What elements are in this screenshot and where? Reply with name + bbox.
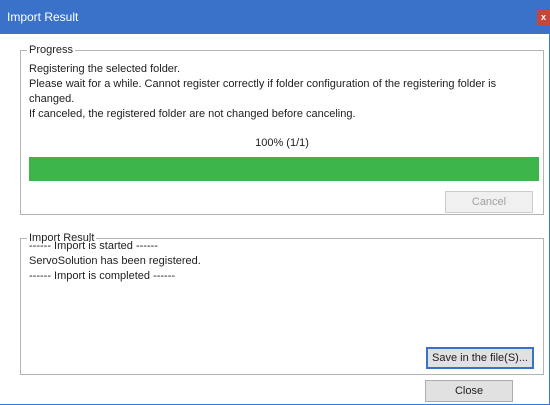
progress-percent: 100% (1/1) — [255, 137, 309, 149]
progress-message-line: changed. — [29, 93, 75, 105]
progress-message-line: Registering the selected folder. — [29, 63, 181, 75]
progress-message-line: Please wait for a while. Cannot register… — [29, 78, 497, 90]
log-line: ServoSolution has been registered. — [29, 255, 201, 267]
log-line: ------ Import is started ------ — [29, 240, 158, 252]
import-result-dialog: Import Result x Progress Registering the… — [0, 0, 550, 405]
log-line: ------ Import is completed ------ — [29, 270, 176, 282]
cancel-button[interactable]: Cancel — [445, 191, 533, 213]
progress-message-line: If canceled, the registered folder are n… — [29, 108, 356, 120]
dialog-title: Import Result — [7, 10, 79, 24]
progress-bar-fill — [29, 157, 539, 181]
title-bar: Import Result x — [0, 0, 550, 34]
progress-legend: Progress — [27, 44, 76, 57]
progress-bar — [29, 157, 539, 181]
save-in-file-button[interactable]: Save in the file(S)... — [426, 347, 534, 369]
progress-group: Progress Registering the selected folder… — [20, 44, 544, 215]
close-button[interactable]: Close — [425, 380, 513, 402]
close-icon[interactable]: x — [537, 10, 550, 25]
import-result-group: Import Result ------ Import is started -… — [20, 232, 544, 375]
